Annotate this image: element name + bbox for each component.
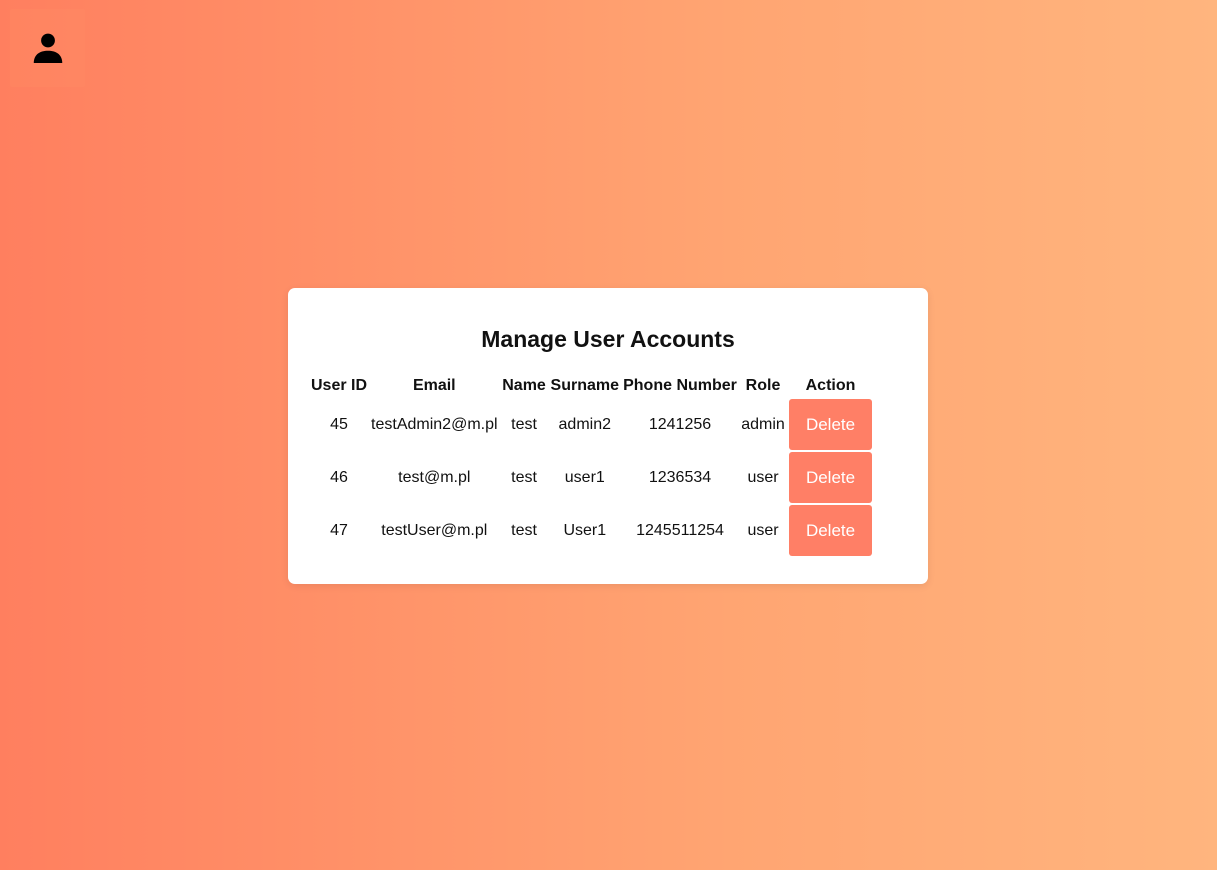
table-row: 45 testAdmin2@m.pl test admin2 1241256 a…	[310, 399, 873, 450]
cell-phone: 1236534	[648, 468, 712, 486]
cell-email: testAdmin2@m.pl	[371, 415, 498, 433]
cell-role: user	[747, 468, 779, 486]
cell-surname: user1	[564, 468, 605, 486]
col-header-phone: Phone Number	[623, 377, 737, 394]
cell-surname: admin2	[558, 415, 612, 433]
delete-button[interactable]: Delete	[789, 505, 873, 556]
cell-role: user	[747, 521, 779, 539]
cell-phone: 1245511254	[636, 521, 724, 539]
cell-email: testUser@m.pl	[381, 521, 488, 539]
cell-action: Delete	[788, 505, 873, 556]
table-header-row: User ID Email Name Surname Phone Number …	[310, 375, 873, 397]
cell-action: Delete	[788, 452, 873, 503]
cell-name: test	[511, 415, 537, 433]
col-header-action: Action	[805, 377, 856, 394]
users-table: User ID Email Name Surname Phone Number …	[308, 373, 875, 558]
cell-name: test	[511, 468, 537, 486]
col-header-surname: Surname	[550, 377, 620, 394]
cell-email: test@m.pl	[398, 468, 471, 486]
table-row: 47 testUser@m.pl test User1 1245511254 u…	[310, 505, 873, 556]
cell-user-id: 45	[330, 415, 348, 433]
col-header-user-id: User ID	[311, 377, 368, 394]
cell-phone: 1241256	[648, 415, 712, 433]
manage-users-card: Manage User Accounts User ID Email Name …	[288, 288, 928, 584]
col-header-email: Email	[412, 377, 456, 394]
cell-name: test	[511, 521, 537, 539]
cell-user-id: 46	[330, 468, 348, 486]
col-header-name: Name	[502, 377, 546, 394]
cell-action: Delete	[788, 399, 873, 450]
delete-button[interactable]: Delete	[789, 452, 873, 503]
profile-button[interactable]	[10, 9, 85, 87]
cell-surname: User1	[563, 521, 607, 539]
col-header-role: Role	[745, 377, 781, 394]
cell-user-id: 47	[330, 521, 348, 539]
page-title: Manage User Accounts	[481, 326, 735, 352]
cell-role: admin	[741, 415, 785, 433]
delete-button[interactable]: Delete	[789, 399, 873, 450]
person-icon	[33, 33, 62, 63]
table-row: 46 test@m.pl test user1 1236534 user Del…	[310, 452, 873, 503]
